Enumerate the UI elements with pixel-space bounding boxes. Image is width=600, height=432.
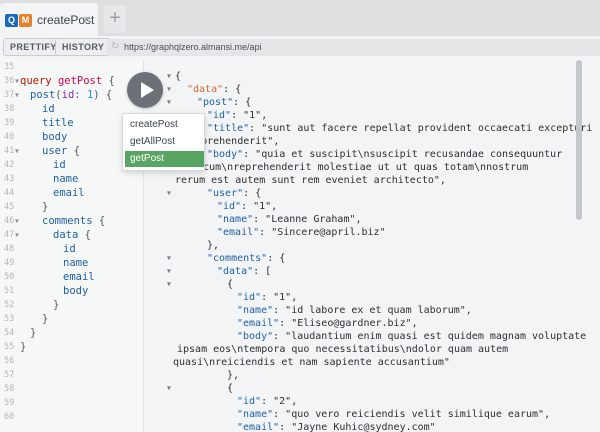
code-token: post	[30, 89, 56, 101]
fold-arrow-icon: ▼	[167, 72, 171, 80]
editor-line: 50 email	[4, 271, 95, 283]
result-line: "name": "id labore ex et quam laborum",	[237, 305, 472, 316]
fold-arrow-icon: ▼	[167, 267, 171, 275]
editor-line: 47 ▼ data {	[4, 229, 91, 241]
play-icon	[141, 82, 154, 98]
code-token: name	[53, 173, 79, 185]
result-line: "name": "quo vero reiciendis velit simil…	[237, 409, 551, 420]
fold-arrow-icon: ▼	[167, 280, 171, 288]
result-line: ▼ "post": {	[167, 97, 252, 108]
endpoint-url-bar[interactable]: ↻ https://graphqlzero.almansi.me/api	[106, 39, 600, 56]
result-viewer[interactable]: ▼{ ▼ "data": { ▼ "post": { "id": "1", "tit…	[145, 60, 600, 432]
refresh-icon[interactable]: ↻	[111, 41, 119, 52]
editor-line: 48 id	[4, 243, 76, 255]
fold-arrow-icon: ▼	[167, 254, 171, 262]
fold-arrow-icon: ▼	[15, 231, 19, 239]
code-token: name	[63, 257, 89, 269]
fold-arrow-icon: ▼	[167, 98, 171, 106]
result-line: rerum est autem sunt rem eveniet archite…	[175, 175, 446, 186]
editor-line: 53}	[4, 313, 49, 325]
fold-arrow-icon: ▼	[167, 384, 171, 392]
result-line: ▼ "data": {	[167, 84, 242, 95]
query-badge: Q	[5, 14, 18, 27]
operation-dropdown: createPost getAllPost getPost	[122, 113, 205, 171]
history-button[interactable]: HISTORY	[55, 38, 112, 56]
execute-query-button[interactable]	[127, 72, 163, 108]
tab-bar: Q M createPost × +	[0, 0, 600, 36]
editor-line: 60	[4, 412, 15, 422]
editor-line: 55}	[4, 341, 27, 353]
toolbar: PRETTIFY HISTORY ↻ https://graphqlzero.a…	[0, 36, 600, 60]
code-token: body	[42, 131, 68, 143]
editor-line: 51 body	[4, 285, 89, 297]
result-line: "id": "1",	[207, 110, 268, 121]
code-token: getPost	[57, 75, 103, 87]
result-line: ▼ "comments": {	[167, 253, 286, 264]
mutation-badge: M	[19, 14, 32, 27]
code-token: user	[42, 145, 68, 157]
editor-line: 59	[4, 398, 15, 408]
add-tab-button[interactable]: +	[104, 5, 126, 33]
editor-line: 44 email	[4, 187, 85, 199]
editor-line: 37 ▼ post(id: 1) {	[4, 89, 113, 101]
editor-line: 35	[4, 62, 15, 72]
code-token: id	[42, 103, 55, 115]
result-line: "title": "sunt aut facere repellat provi…	[207, 123, 593, 134]
result-line: \nreprehenderit",	[177, 136, 280, 147]
result-line: ▼ "data": [	[167, 266, 272, 277]
editor-line: 36 ▼ query getPost {	[4, 75, 115, 87]
editor-line: 58	[4, 384, 15, 394]
code-token: query	[20, 75, 52, 87]
editor-line: 54}	[4, 327, 37, 339]
editor-line: 46 ▼ comments {	[4, 215, 106, 227]
result-line: },	[227, 370, 240, 381]
result-line: },	[207, 240, 220, 251]
result-line: ▼{	[167, 383, 234, 394]
code-token: body	[63, 285, 89, 297]
result-line: ▼{	[167, 279, 234, 290]
fold-arrow-icon: ▼	[15, 77, 19, 85]
editor-line: 43 name	[4, 173, 79, 185]
tab-createpost[interactable]: Q M createPost ×	[0, 3, 98, 36]
fold-arrow-icon: ▼	[15, 91, 19, 99]
code-token: comments	[42, 215, 93, 227]
fold-arrow-icon: ▼	[15, 147, 19, 155]
code-token: email	[53, 187, 85, 199]
result-line: quasi\nreiciendis et nam sapiente accusa…	[173, 357, 450, 368]
fold-arrow-icon: ▼	[15, 217, 19, 225]
result-line: "email": "Jayne_Kuhic@sydney.com"	[237, 422, 436, 432]
result-line: a et cum\nreprehenderit molestiae ut ut …	[173, 162, 529, 173]
operation-item-createpost[interactable]: createPost	[125, 117, 204, 133]
result-line: ipsam eos\ntempora quo necessitatibus\nd…	[177, 344, 509, 355]
result-line: "id": "2",	[237, 396, 298, 407]
code-token: id	[63, 243, 76, 255]
result-line: "id": "1",	[217, 201, 278, 212]
fold-arrow-icon: ▼	[167, 85, 171, 93]
editor-line: 52}	[4, 299, 60, 311]
result-line: "email": "Eliseo@gardner.biz",	[237, 318, 418, 329]
editor-line: 57	[4, 370, 15, 380]
result-scrollbar[interactable]	[576, 60, 582, 220]
result-line: "body": "quia et suscipit\nsuscipit recu…	[207, 149, 563, 160]
code-token: email	[63, 271, 95, 283]
code-token: data	[53, 229, 79, 241]
editor-line: 49 name	[4, 257, 89, 269]
code-token: id	[61, 89, 75, 101]
result-line: "body": "laudantium enim quasi est quide…	[237, 331, 587, 342]
result-line: "name": "Leanne Graham",	[217, 214, 362, 225]
operation-item-getallpost[interactable]: getAllPost	[125, 134, 204, 150]
editor-line: 45}	[4, 201, 49, 213]
editor-line: 56	[4, 356, 15, 366]
close-icon[interactable]: ×	[83, 11, 91, 27]
fold-arrow-icon: ▼	[167, 189, 171, 197]
code-token: title	[42, 117, 74, 129]
result-line: "email": "Sincere@april.biz"	[217, 227, 386, 238]
result-line: "id": "1",	[237, 292, 298, 303]
code-token: id	[53, 159, 66, 171]
operation-item-getpost[interactable]: getPost	[125, 151, 204, 167]
endpoint-url[interactable]: https://graphqlzero.almansi.me/api	[124, 42, 262, 52]
result-line: ▼ "user": {	[167, 188, 262, 199]
